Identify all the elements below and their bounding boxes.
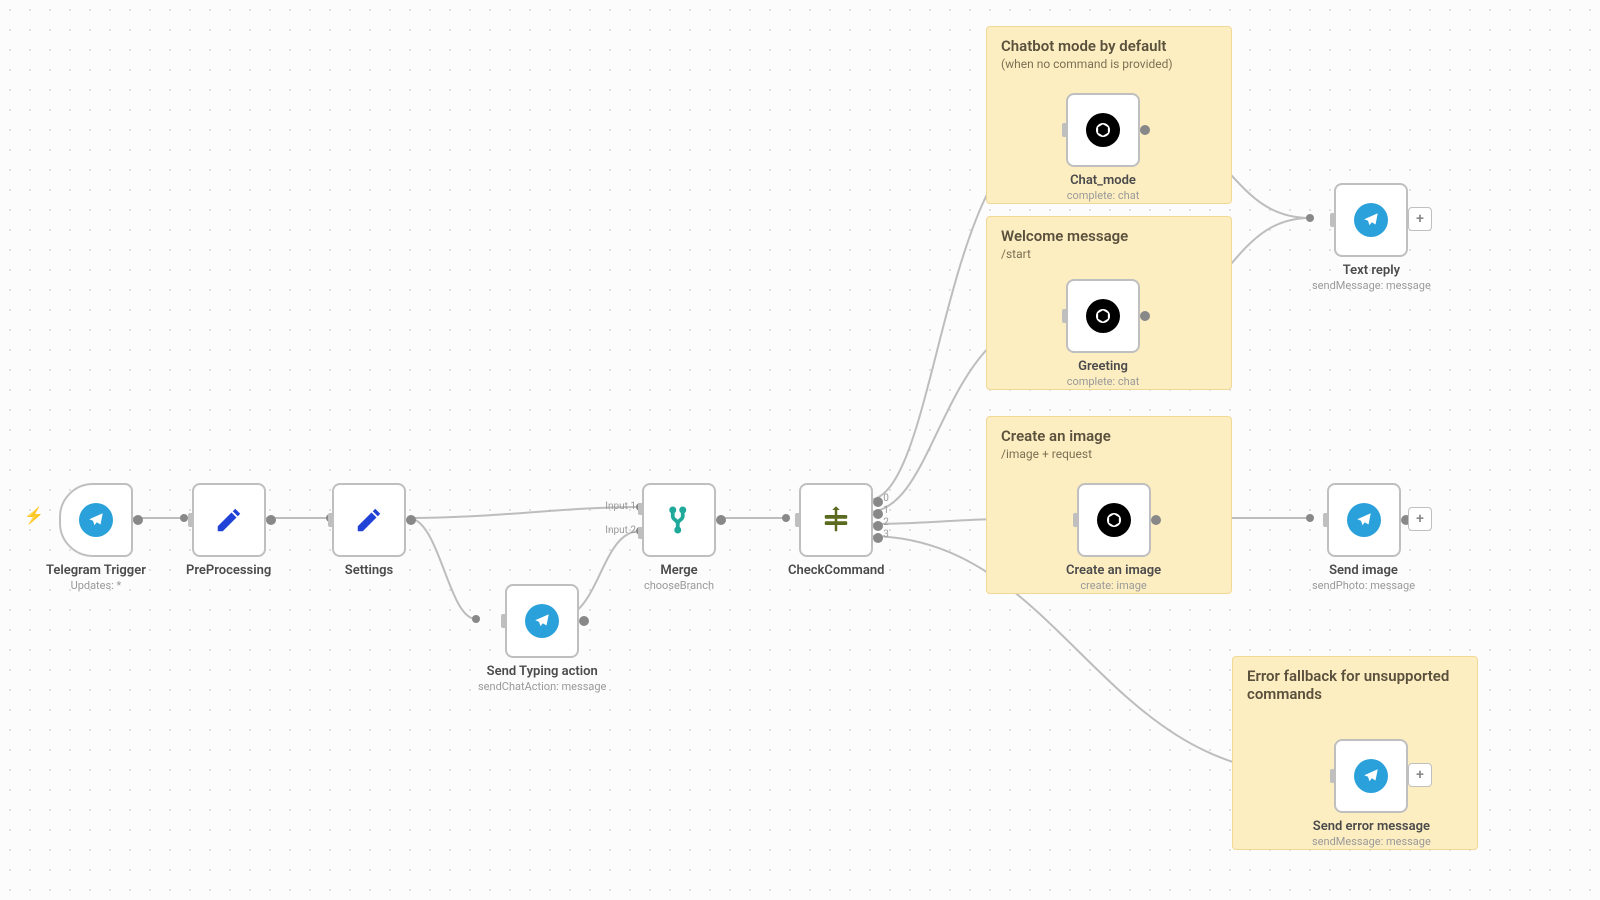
telegram-icon: [79, 503, 113, 537]
node-label: Merge: [660, 563, 697, 578]
port-label: Input 1: [605, 501, 636, 512]
sticky-title: Welcome message: [1001, 227, 1217, 245]
node-sublabel: complete: chat: [1067, 189, 1140, 202]
node-chat-mode[interactable]: Chat_mode complete: chat: [1066, 93, 1140, 202]
node-label: CheckCommand: [788, 563, 884, 578]
openai-icon: [1086, 299, 1120, 333]
port-label: 3: [883, 529, 889, 540]
openai-icon: [1086, 113, 1120, 147]
sticky-title: Error fallback for unsupported commands: [1247, 667, 1463, 703]
node-create-image[interactable]: Create an image create: image: [1066, 483, 1161, 592]
pencil-icon: [214, 505, 244, 535]
add-node-button[interactable]: +: [1408, 507, 1432, 531]
node-label: Send error message: [1313, 819, 1430, 834]
port-label: Input 2: [605, 525, 636, 536]
node-settings[interactable]: Settings: [332, 483, 406, 578]
node-sublabel: chooseBranch: [644, 579, 714, 592]
switch-icon: [821, 505, 851, 535]
sticky-sub: (when no command is provided): [1001, 57, 1217, 71]
lightning-icon: ⚡: [24, 506, 44, 525]
node-sublabel: sendMessage: message: [1312, 279, 1431, 292]
telegram-icon: [1354, 203, 1388, 237]
plus-icon: +: [1416, 511, 1424, 527]
node-label: Create an image: [1066, 563, 1161, 578]
node-label: Text reply: [1343, 263, 1400, 278]
port-label: 1: [883, 505, 889, 516]
plus-icon: +: [1416, 211, 1424, 227]
node-sublabel: sendMessage: message: [1312, 835, 1431, 848]
node-send-error[interactable]: Send error message sendMessage: message: [1312, 739, 1431, 848]
node-label: Greeting: [1078, 359, 1128, 374]
add-node-button[interactable]: +: [1408, 207, 1432, 231]
node-sublabel: create: image: [1080, 579, 1146, 592]
merge-icon: [664, 505, 694, 535]
node-label: Send Typing action: [487, 664, 598, 679]
workflow-canvas[interactable]: Chatbot mode by default (when no command…: [0, 0, 1600, 900]
node-checkcommand[interactable]: 0 1 2 3 CheckCommand: [788, 483, 884, 578]
port-label: 0: [883, 493, 889, 504]
sticky-title: Create an image: [1001, 427, 1217, 445]
node-send-typing[interactable]: Send Typing action sendChatAction: messa…: [478, 584, 606, 693]
node-label: PreProcessing: [186, 563, 271, 578]
node-sublabel: sendChatAction: message: [478, 680, 606, 693]
port-label: 2: [883, 517, 889, 528]
node-label: Send image: [1329, 563, 1398, 578]
telegram-icon: [525, 604, 559, 638]
sticky-title: Chatbot mode by default: [1001, 37, 1217, 55]
plus-icon: +: [1416, 767, 1424, 783]
sticky-sub: /image + request: [1001, 447, 1217, 461]
pencil-icon: [354, 505, 384, 535]
node-sublabel: complete: chat: [1067, 375, 1140, 388]
node-label: Settings: [345, 563, 393, 578]
node-sublabel: Updates: *: [71, 579, 122, 592]
openai-icon: [1097, 503, 1131, 537]
node-sublabel: sendPhoto: message: [1312, 579, 1415, 592]
telegram-icon: [1347, 503, 1381, 537]
node-send-image[interactable]: Send image sendPhoto: message: [1312, 483, 1415, 592]
node-merge[interactable]: Input 1 Input 2 Merge chooseBranch: [642, 483, 716, 592]
node-label: Telegram Trigger: [46, 563, 146, 578]
node-telegram-trigger[interactable]: Telegram Trigger Updates: *: [46, 483, 146, 592]
node-text-reply[interactable]: Text reply sendMessage: message: [1312, 183, 1431, 292]
sticky-sub: /start: [1001, 247, 1217, 261]
node-preprocessing[interactable]: PreProcessing: [186, 483, 271, 578]
node-label: Chat_mode: [1070, 173, 1136, 188]
node-greeting[interactable]: Greeting complete: chat: [1066, 279, 1140, 388]
telegram-icon: [1354, 759, 1388, 793]
add-node-button[interactable]: +: [1408, 763, 1432, 787]
